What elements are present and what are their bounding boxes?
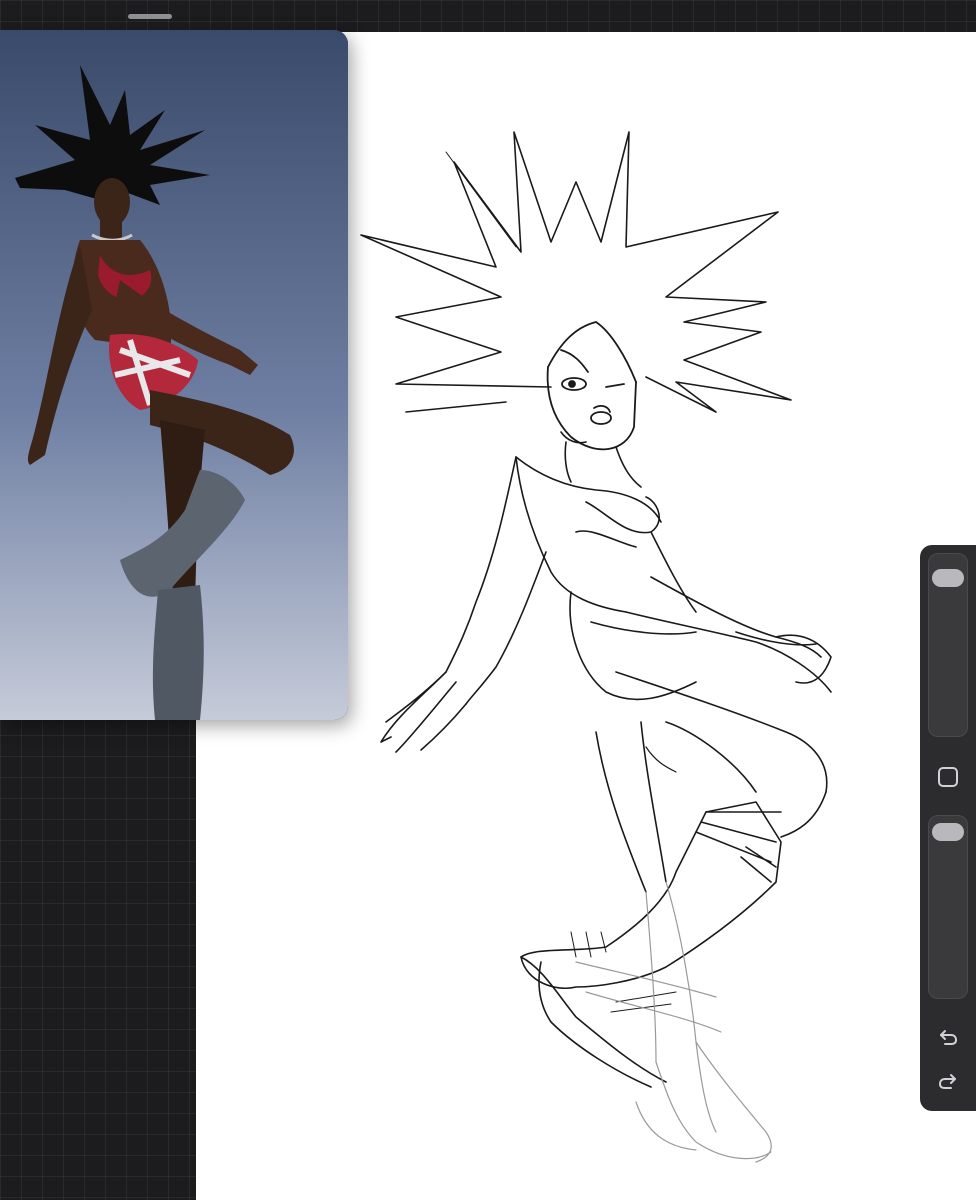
square-icon <box>938 767 958 787</box>
modify-button[interactable] <box>934 763 962 791</box>
brush-size-slider[interactable] <box>928 553 968 737</box>
brush-size-thumb[interactable] <box>932 568 964 587</box>
opacity-thumb[interactable] <box>932 823 964 842</box>
reference-photo <box>0 30 348 720</box>
top-drag-handle[interactable] <box>128 14 172 19</box>
opacity-slider[interactable] <box>928 815 968 999</box>
redo-arrow-icon <box>938 1074 956 1089</box>
undo-button[interactable] <box>934 1023 962 1051</box>
redo-button[interactable] <box>934 1067 962 1095</box>
reference-window[interactable] <box>0 30 348 720</box>
undo-arrow-icon <box>940 1030 958 1045</box>
side-toolbar <box>920 545 976 1111</box>
